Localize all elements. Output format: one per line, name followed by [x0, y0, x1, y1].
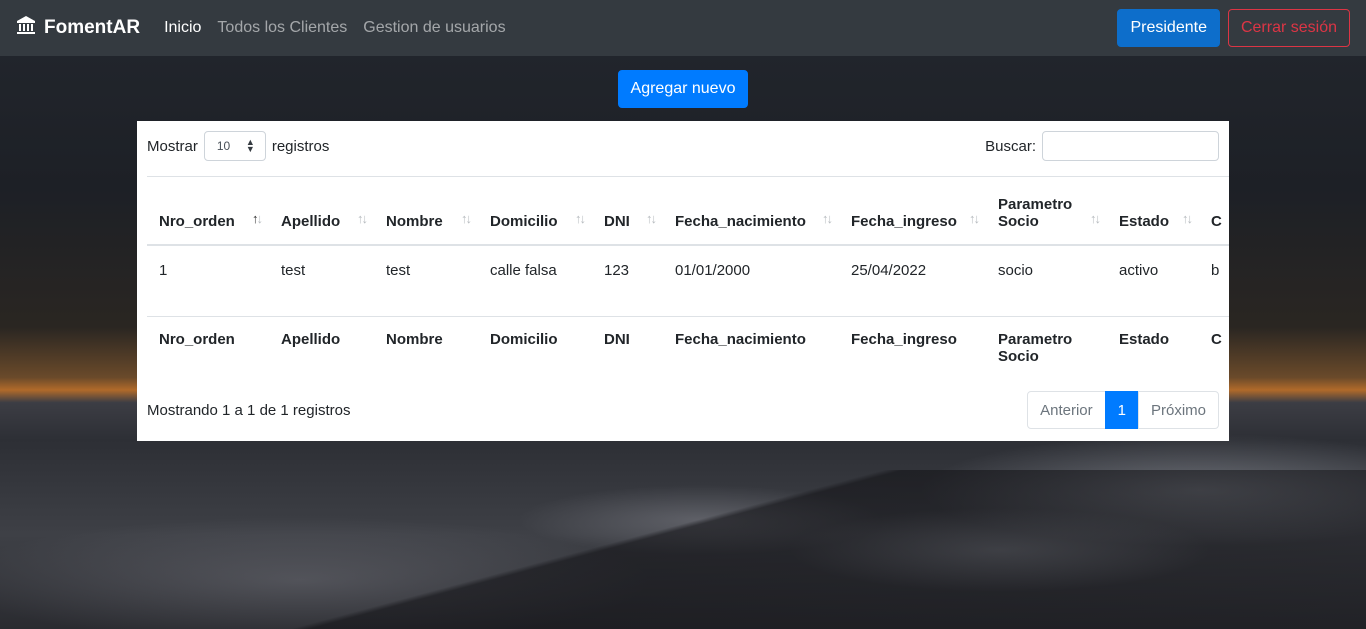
table-top-controls: Mostrar 10 ▲ ▼ registros Buscar: — [147, 131, 1219, 161]
bank-icon — [16, 15, 36, 41]
page-length-value: 10 — [216, 139, 231, 153]
sort-icon: ↑↓ — [1090, 210, 1101, 226]
pagination-page-1[interactable]: 1 — [1104, 391, 1139, 429]
header-nombre[interactable]: Nombre ↑↓ — [374, 176, 478, 246]
header-fecha-nacimiento[interactable]: Fecha_nacimiento ↑↓ — [663, 176, 839, 246]
cell-apellido: test — [281, 261, 306, 279]
sort-icon: ↑↓ — [357, 210, 368, 226]
page-length-control: Mostrar 10 ▲ ▼ registros — [147, 131, 329, 161]
header-parametro-socio[interactable]: Parametro Socio ↑↓ — [986, 176, 1107, 246]
nav-link-inicio[interactable]: Inicio — [156, 19, 209, 37]
cell-dni: 123 — [604, 261, 630, 279]
add-new-button[interactable]: Agregar nuevo — [617, 70, 749, 108]
brand[interactable]: FomentAR — [16, 15, 140, 41]
footer-nombre: Nombre — [386, 331, 443, 348]
background-ridge — [0, 470, 1366, 629]
table-info: Mostrando 1 a 1 de 1 registros — [147, 401, 351, 419]
header-c[interactable]: C — [1199, 176, 1229, 246]
cell-c: b — [1211, 261, 1220, 279]
header-dni[interactable]: DNI ↑↓ — [592, 176, 663, 246]
navbar-actions: Presidente Cerrar sesión — [1117, 9, 1350, 47]
footer-domicilio: Domicilio — [490, 331, 558, 348]
table-header-row: Nro_orden ↑↓ Apellido ↑↓ Nombre ↑↓ Domicili… — [147, 176, 1229, 246]
footer-estado: Estado — [1119, 331, 1170, 348]
show-label: Mostrar — [147, 137, 198, 155]
cell-nombre: test — [386, 261, 411, 279]
cell-fecha-ingreso: 25/04/2022 — [851, 261, 927, 279]
navbar: FomentAR Inicio Todos los Clientes Gesti… — [0, 0, 1366, 56]
page-length-select[interactable]: 10 ▲ ▼ — [203, 131, 266, 161]
table-footer-row: Nro_orden Apellido Nombre Domicilio DNI … — [147, 316, 1229, 372]
logout-button[interactable]: Cerrar sesión — [1227, 9, 1350, 47]
cell-nro-orden: 1 — [159, 261, 168, 279]
clients-table: Nro_orden ↑↓ Apellido ↑↓ Nombre ↑↓ Domicili… — [147, 176, 1229, 372]
header-nro-orden[interactable]: Nro_orden ↑↓ — [147, 176, 269, 246]
header-apellido[interactable]: Apellido ↑↓ — [269, 176, 374, 246]
search-label: Buscar: — [985, 137, 1036, 155]
header-domicilio[interactable]: Domicilio ↑↓ — [478, 176, 592, 246]
pagination: Anterior 1 Próximo — [1027, 391, 1219, 429]
sort-icon: ↑↓ — [252, 210, 263, 226]
records-label: registros — [271, 137, 330, 155]
nav-link-todos-los-clientes[interactable]: Todos los Clientes — [209, 19, 355, 37]
pagination-next[interactable]: Próximo — [1137, 391, 1219, 429]
select-arrows-icon: ▲ ▼ — [245, 137, 255, 154]
role-button[interactable]: Presidente — [1117, 9, 1220, 47]
search-input[interactable] — [1042, 131, 1219, 161]
sort-icon: ↑↓ — [646, 210, 657, 226]
footer-parametro-socio: Parametro Socio — [998, 331, 1073, 365]
cell-fecha-nacimiento: 01/01/2000 — [675, 261, 751, 279]
footer-c: C — [1211, 331, 1222, 348]
sort-icon: ↑↓ — [969, 210, 980, 226]
add-button-wrapper: Agregar nuevo — [0, 70, 1366, 108]
footer-apellido: Apellido — [281, 331, 341, 348]
search-control: Buscar: — [985, 131, 1219, 161]
sort-icon: ↑↓ — [575, 210, 586, 226]
sort-icon: ↑↓ — [822, 210, 833, 226]
table-bottom-controls: Mostrando 1 a 1 de 1 registros Anterior … — [147, 391, 1219, 429]
header-fecha-ingreso[interactable]: Fecha_ingreso ↑↓ — [839, 176, 986, 246]
sort-icon: ↑↓ — [1182, 210, 1193, 226]
sort-icon: ↑↓ — [461, 210, 472, 226]
footer-fecha-ingreso: Fecha_ingreso — [851, 331, 957, 348]
header-estado[interactable]: Estado ↑↓ — [1107, 176, 1199, 246]
footer-fecha-nacimiento: Fecha_nacimiento — [675, 331, 806, 348]
table-row: 1 test test calle falsa 123 01/01/2000 2… — [147, 245, 1229, 317]
footer-nro-orden: Nro_orden — [159, 331, 235, 348]
brand-name: FomentAR — [44, 17, 141, 38]
footer-dni: DNI — [604, 331, 630, 348]
nav-link-gestion-de-usuarios[interactable]: Gestion de usuarios — [355, 19, 513, 37]
clients-table-card: Mostrar 10 ▲ ▼ registros Buscar: Nro_orde… — [137, 121, 1229, 441]
cell-domicilio: calle falsa — [490, 261, 557, 279]
cell-estado: activo — [1119, 261, 1159, 279]
cell-parametro-socio: socio — [998, 261, 1034, 279]
pagination-previous[interactable]: Anterior — [1027, 391, 1106, 429]
